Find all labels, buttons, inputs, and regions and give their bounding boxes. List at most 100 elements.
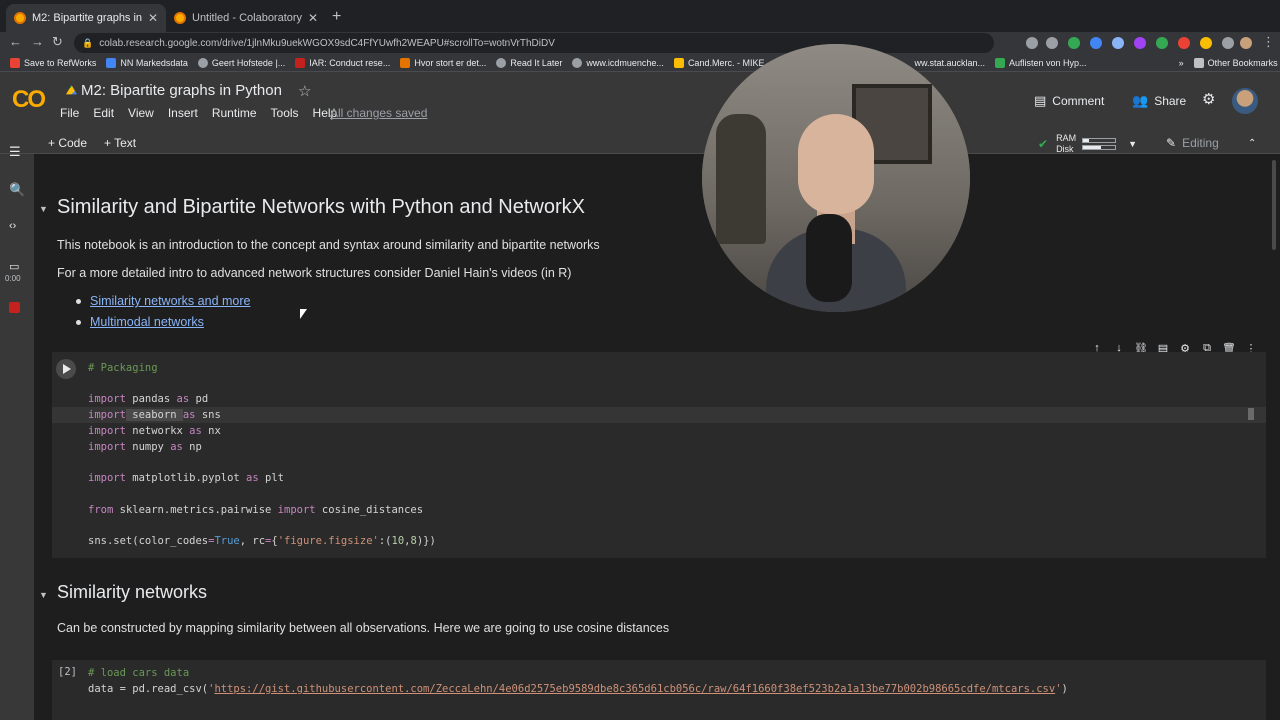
- notebook-scrollbar[interactable]: [1270, 154, 1280, 720]
- colab-favicon-icon: [174, 12, 186, 24]
- bookmark-item[interactable]: Auflisten von Hyp...: [995, 57, 1087, 68]
- url-text: colab.research.google.com/drive/1jlnMku9…: [99, 37, 555, 49]
- bookmark-item[interactable]: www.icdmuenche...: [572, 57, 664, 68]
- browser-tab-active[interactable]: M2: Bipartite graphs in Python ✕: [6, 4, 166, 32]
- other-bookmarks[interactable]: Other Bookmarks: [1193, 57, 1278, 68]
- avatar[interactable]: [1232, 88, 1258, 114]
- tab-title: Untitled - Colaboratory: [192, 12, 302, 24]
- bookmark-icon: [295, 57, 306, 68]
- colab-logo[interactable]: CO: [12, 86, 46, 114]
- code-comment: # load cars data: [88, 667, 190, 679]
- back-arrow-icon[interactable]: ←: [9, 34, 22, 49]
- chevron-down-icon[interactable]: ▼: [1128, 139, 1137, 149]
- menu-runtime[interactable]: Runtime: [212, 106, 257, 120]
- browser-menu-icon[interactable]: ⋮: [1262, 34, 1275, 50]
- reload-icon[interactable]: ↻: [52, 34, 63, 50]
- comment-icon: ▤: [1034, 93, 1047, 108]
- bookmark-item[interactable]: Save to RefWorks: [10, 57, 96, 68]
- notebook-content: ▼ Similarity and Bipartite Networks with…: [34, 154, 1280, 720]
- mouse-cursor-icon: [300, 309, 307, 319]
- bookmark-icon: [400, 57, 411, 68]
- toc-icon[interactable]: ☰: [9, 144, 21, 160]
- section-heading: Similarity networks: [57, 582, 208, 602]
- extension-icon[interactable]: [1112, 37, 1124, 49]
- globe-icon: [496, 57, 507, 68]
- extension-icon[interactable]: [1026, 37, 1038, 49]
- puzzle-icon[interactable]: [1222, 37, 1234, 49]
- bookmarks-overflow-icon[interactable]: »: [1179, 58, 1184, 68]
- code-comment: # Packaging: [88, 362, 158, 374]
- editing-mode[interactable]: ✎ Editing: [1166, 136, 1219, 150]
- webcam-overlay: [702, 44, 970, 312]
- browser-tab-strip: M2: Bipartite graphs in Python ✕ Untitle…: [0, 0, 1280, 32]
- gear-icon[interactable]: ⚙: [1202, 90, 1215, 108]
- bookmarks-bar: Save to RefWorks NN Markedsdata Geert Ho…: [0, 54, 1280, 72]
- add-code-button[interactable]: + Code: [48, 136, 87, 150]
- link-similarity-networks[interactable]: Similarity networks and more: [90, 294, 250, 308]
- bullet: [76, 299, 81, 304]
- section-text: Can be constructed by mapping similarity…: [57, 621, 670, 635]
- disk-bar: [1082, 145, 1117, 150]
- bookmark-icon: [10, 57, 20, 68]
- folder-icon[interactable]: ▭: [9, 260, 19, 273]
- tab-close-icon[interactable]: ✕: [308, 11, 318, 25]
- extension-icon[interactable]: [1200, 37, 1212, 49]
- code-cell[interactable]: [52, 352, 1266, 558]
- search-icon[interactable]: 🔍: [9, 182, 25, 198]
- notebook-title[interactable]: M2: Bipartite graphs in Python: [66, 82, 282, 99]
- presenter-face: [798, 114, 874, 214]
- collapse-header-icon[interactable]: ⌃: [1248, 138, 1256, 149]
- csv-url-link[interactable]: https://gist.githubusercontent.com/Zecca…: [214, 683, 1055, 695]
- code-line: import numpy as np: [88, 441, 202, 453]
- record-stop-icon[interactable]: [9, 302, 20, 313]
- extension-icon[interactable]: [1068, 37, 1080, 49]
- browser-tab[interactable]: Untitled - Colaboratory ✕: [166, 4, 326, 32]
- tab-close-icon[interactable]: ✕: [148, 11, 158, 25]
- menu-file[interactable]: File: [60, 106, 79, 120]
- run-cell-button[interactable]: [56, 359, 76, 379]
- link-multimodal-networks[interactable]: Multimodal networks: [90, 315, 204, 329]
- code-line: import pandas as pd: [88, 393, 209, 405]
- tab-title: M2: Bipartite graphs in Python: [32, 12, 142, 24]
- people-icon: 👥: [1132, 93, 1149, 108]
- menu-view[interactable]: View: [128, 106, 154, 120]
- menu-edit[interactable]: Edit: [93, 106, 114, 120]
- screen: M2: Bipartite graphs in Python ✕ Untitle…: [0, 0, 1280, 720]
- intro-text: This notebook is an introduction to the …: [57, 238, 600, 252]
- code-line: import matplotlib.pyplot as plt: [88, 472, 284, 484]
- resources-indicator[interactable]: ✔ RAM Disk ▼: [1038, 133, 1137, 155]
- execution-count: [2]: [58, 666, 77, 678]
- extension-icon[interactable]: [1178, 37, 1190, 49]
- extension-icon[interactable]: [1046, 37, 1058, 49]
- microphone: [806, 214, 852, 302]
- bookmark-item[interactable]: Read It Later: [496, 57, 562, 68]
- pencil-icon: ✎: [1166, 136, 1177, 150]
- bookmark-item[interactable]: Geert Hofstede |...: [197, 57, 285, 68]
- resource-bars: [1076, 136, 1117, 152]
- bookmark-item[interactable]: Hvor stort er det...: [400, 57, 486, 68]
- ram-bar: [1082, 138, 1117, 143]
- extension-icon[interactable]: [1134, 37, 1146, 49]
- profile-avatar-icon[interactable]: [1240, 37, 1252, 49]
- bookmark-item[interactable]: NN Markedsdata: [106, 57, 188, 68]
- extension-icon[interactable]: [1090, 37, 1102, 49]
- code-snippets-icon[interactable]: ‹›: [9, 220, 16, 232]
- section-collapse-caret-icon[interactable]: ▼: [39, 590, 48, 600]
- bookmark-icon: [673, 57, 684, 68]
- extension-icon[interactable]: [1156, 37, 1168, 49]
- bookmark-item[interactable]: IAR: Conduct rese...: [295, 57, 390, 68]
- menu-insert[interactable]: Insert: [168, 106, 198, 120]
- comment-button[interactable]: ▤ Comment: [1034, 93, 1104, 109]
- star-icon[interactable]: ☆: [298, 82, 311, 100]
- forward-arrow-icon[interactable]: →: [31, 34, 44, 49]
- save-status[interactable]: All changes saved: [330, 106, 427, 120]
- section-collapse-caret-icon[interactable]: ▼: [39, 204, 48, 214]
- share-button[interactable]: 👥 Share: [1132, 93, 1186, 109]
- add-text-button[interactable]: + Text: [104, 136, 136, 150]
- menu-tools[interactable]: Tools: [271, 106, 299, 120]
- address-bar-row: ← → ↻ 🔒 colab.research.google.com/drive/…: [0, 32, 1280, 54]
- notebook-toolbar: + Code + Text ✔ RAM Disk ▼ ✎ Editing ⌃: [0, 132, 1280, 154]
- bookmark-icon: [995, 57, 1006, 68]
- new-tab-plus-icon[interactable]: +: [332, 8, 341, 26]
- code-line: from sklearn.metrics.pairwise import cos…: [88, 504, 424, 516]
